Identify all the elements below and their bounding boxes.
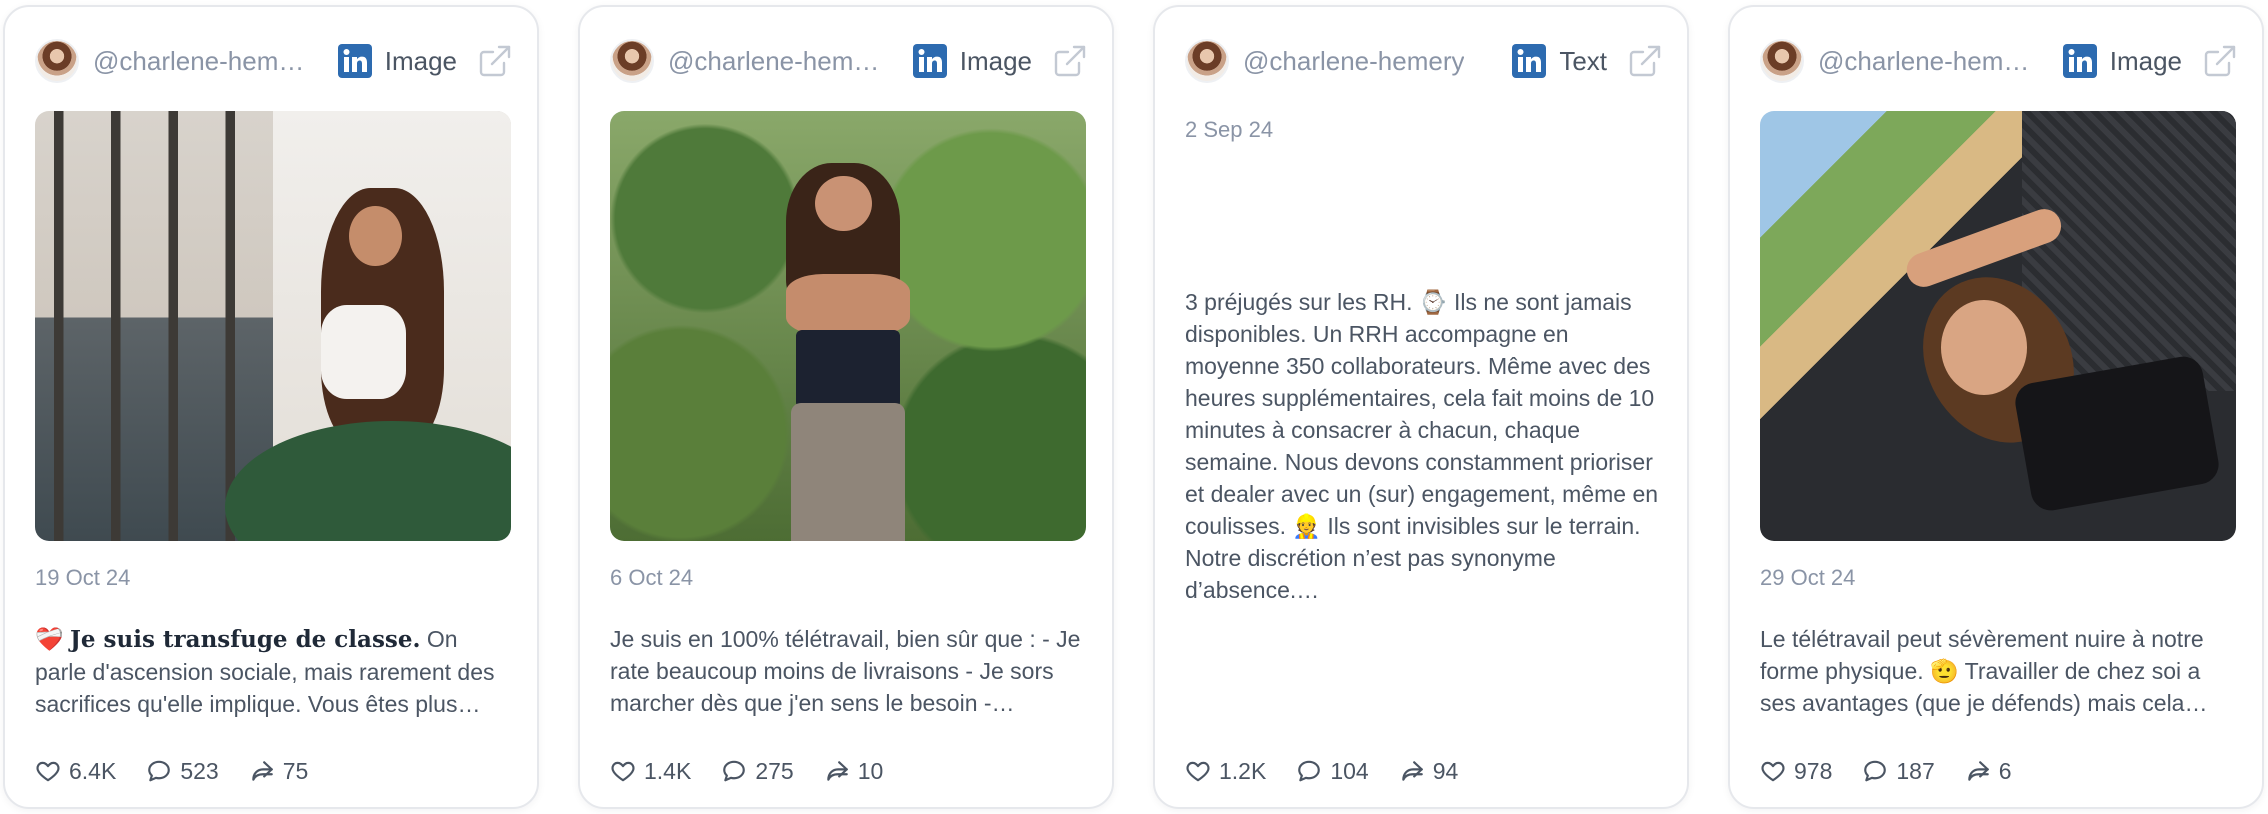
mending-heart-emoji: ❤️‍🩹 bbox=[35, 626, 64, 652]
post-image[interactable] bbox=[610, 111, 1086, 541]
author-handle[interactable]: @charlene-hemery bbox=[93, 46, 309, 77]
author-handle[interactable]: @charlene-hemery bbox=[668, 46, 884, 77]
likes-stat: 1.2K bbox=[1185, 758, 1266, 785]
comments-count: 275 bbox=[755, 757, 794, 784]
comment-icon bbox=[723, 760, 746, 782]
shares-stat: 10 bbox=[824, 757, 884, 785]
post-text-bold: Je suis transfuge de classe. bbox=[70, 626, 421, 653]
heart-icon bbox=[36, 761, 60, 782]
post-type-label: Image bbox=[959, 45, 1032, 76]
post-text: Le télétravail peut sévèrement nuire à n… bbox=[1760, 623, 2234, 719]
likes-stat: 1.4K bbox=[610, 758, 691, 785]
comments-stat: 275 bbox=[721, 757, 794, 785]
post-text-body: 3 préjugés sur les RH. ⌚ Ils ne sont jam… bbox=[1185, 289, 1659, 603]
post-text: ❤️‍🩹 Je suis transfuge de classe. On par… bbox=[35, 623, 509, 719]
post-date: 19 Oct 24 bbox=[35, 565, 131, 590]
shares-count: 6 bbox=[1998, 757, 2012, 784]
likes-stat: 6.4K bbox=[35, 758, 116, 785]
linkedin-icon bbox=[337, 44, 372, 78]
linkedin-icon bbox=[2062, 44, 2097, 78]
comment-icon bbox=[1298, 760, 1321, 782]
shares-count: 94 bbox=[1432, 757, 1459, 784]
post-image[interactable] bbox=[35, 111, 511, 541]
linkedin-icon bbox=[1512, 44, 1547, 78]
engagement-stats: 6.4K 523 75 bbox=[35, 755, 338, 787]
likes-count: 1.4K bbox=[644, 757, 692, 784]
share-icon bbox=[251, 761, 273, 781]
shares-count: 10 bbox=[857, 757, 884, 784]
likes-stat: 978 bbox=[1760, 758, 1832, 785]
post-card[interactable]: @charlene-hemery Image 6 Oct 24 Je suis … bbox=[578, 5, 1114, 809]
engagement-stats: 1.2K 104 94 bbox=[1185, 755, 1488, 787]
likes-count: 1.2K bbox=[1219, 757, 1267, 784]
comments-count: 187 bbox=[1896, 757, 1935, 784]
external-link-icon[interactable] bbox=[1627, 43, 1663, 79]
heart-icon bbox=[1186, 761, 1210, 782]
post-text: Je suis en 100% télétravail, bien sûr qu… bbox=[610, 623, 1084, 719]
heart-icon bbox=[611, 761, 635, 782]
likes-count: 6.4K bbox=[69, 757, 117, 784]
post-text-body: Le télétravail peut sévèrement nuire à n… bbox=[1760, 626, 2208, 716]
post-date: 6 Oct 24 bbox=[610, 565, 694, 590]
post-date: 2 Sep 24 bbox=[1185, 117, 1274, 142]
comments-stat: 523 bbox=[146, 757, 219, 785]
author-handle[interactable]: @charlene-hemery bbox=[1243, 46, 1464, 77]
post-text: 3 préjugés sur les RH. ⌚ Ils ne sont jam… bbox=[1185, 286, 1659, 606]
external-link-icon[interactable] bbox=[2202, 43, 2238, 79]
comments-stat: 187 bbox=[1862, 757, 1935, 785]
post-image[interactable] bbox=[1760, 111, 2236, 541]
post-header: @charlene-hemery Text bbox=[1185, 35, 1663, 87]
external-link-icon[interactable] bbox=[477, 43, 513, 79]
comment-icon bbox=[1864, 760, 1887, 782]
post-card[interactable]: @charlene-hemery Image 19 Oct 24 ❤️‍🩹 Je… bbox=[3, 5, 539, 809]
post-type-label: Image bbox=[384, 45, 457, 76]
shares-stat: 94 bbox=[1399, 757, 1459, 785]
comments-count: 104 bbox=[1330, 757, 1369, 784]
shares-count: 75 bbox=[282, 757, 309, 784]
shares-stat: 75 bbox=[249, 757, 309, 785]
share-icon bbox=[1968, 761, 1989, 781]
shares-stat: 6 bbox=[1965, 758, 2012, 785]
comments-count: 523 bbox=[180, 757, 219, 784]
external-link-icon[interactable] bbox=[1052, 43, 1088, 79]
avatar[interactable] bbox=[1185, 39, 1229, 83]
engagement-stats: 1.4K 275 10 bbox=[610, 755, 913, 787]
heart-icon bbox=[1761, 761, 1785, 782]
avatar[interactable] bbox=[35, 39, 79, 83]
likes-count: 978 bbox=[1794, 757, 1833, 784]
post-type-label: Text bbox=[1559, 45, 1607, 76]
post-header: @charlene-hemery Image bbox=[1760, 35, 2238, 87]
share-icon bbox=[826, 761, 848, 781]
post-header: @charlene-hemery Image bbox=[610, 35, 1088, 87]
post-text-body: Je suis en 100% télétravail, bien sûr qu… bbox=[610, 626, 1081, 716]
avatar[interactable] bbox=[610, 39, 654, 83]
engagement-stats: 978 187 6 bbox=[1760, 755, 2042, 787]
avatar[interactable] bbox=[1760, 39, 1804, 83]
post-header: @charlene-hemery Image bbox=[35, 35, 513, 87]
linkedin-icon bbox=[912, 44, 947, 78]
post-type-label: Image bbox=[2109, 45, 2182, 76]
comments-stat: 104 bbox=[1296, 757, 1369, 785]
comment-icon bbox=[148, 760, 171, 782]
post-card[interactable]: @charlene-hemery Image 29 Oct 24 Le télé… bbox=[1728, 5, 2264, 809]
author-handle[interactable]: @charlene-hemery bbox=[1818, 46, 2034, 77]
post-date: 29 Oct 24 bbox=[1760, 565, 1856, 590]
post-card[interactable]: @charlene-hemery Text 2 Sep 24 3 préjugé… bbox=[1153, 5, 1689, 809]
share-icon bbox=[1401, 761, 1423, 781]
